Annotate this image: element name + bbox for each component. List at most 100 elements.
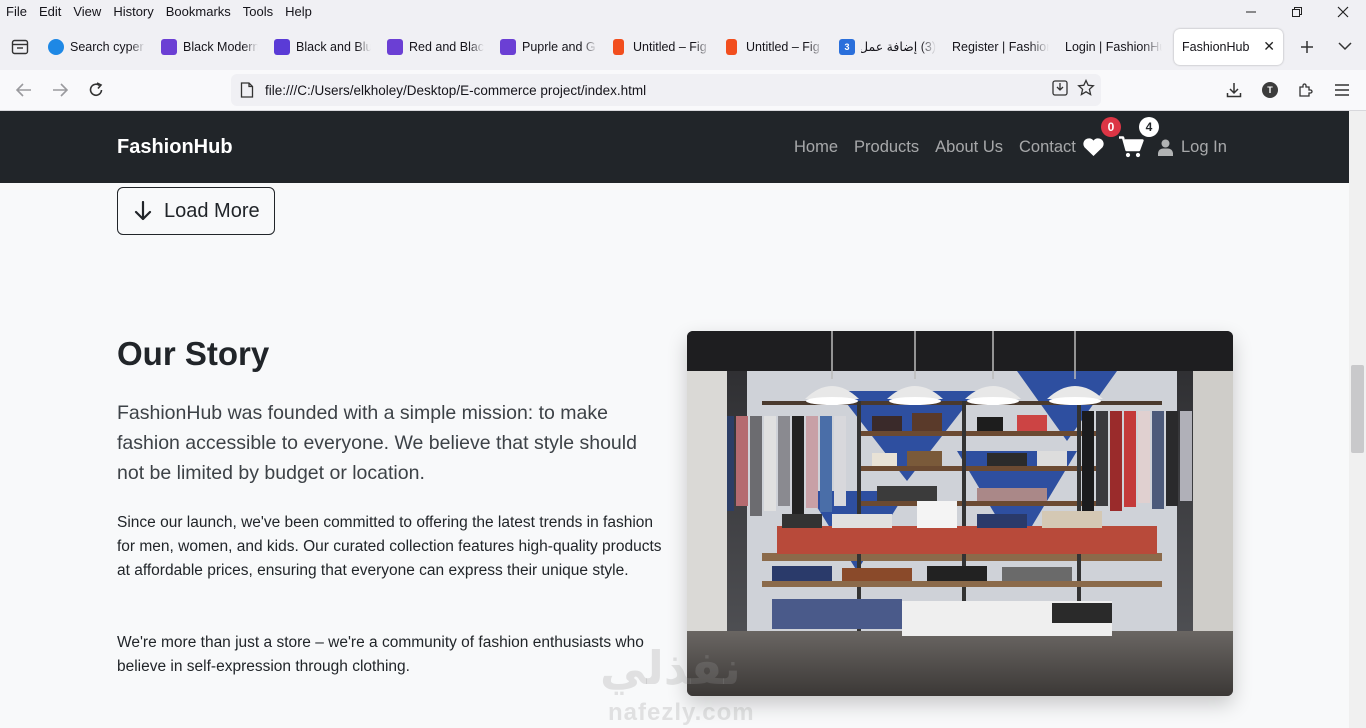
tab-2[interactable]: Black and Blu <box>266 29 379 65</box>
arrow-left-icon <box>16 83 31 97</box>
reload-icon <box>89 82 103 96</box>
canva-icon <box>500 38 516 55</box>
story-paragraph-1: Since our launch, we've been committed t… <box>117 514 662 579</box>
nav-home[interactable]: Home <box>794 138 838 157</box>
login-label: Log In <box>1181 138 1227 156</box>
tab-label: Untitled – Fig <box>746 39 820 54</box>
minimize-button[interactable] <box>1228 0 1274 23</box>
app-menu-button[interactable] <box>1326 74 1358 106</box>
list-all-tabs-button[interactable] <box>1332 33 1358 59</box>
tab-label: Puprle and G <box>522 39 596 54</box>
tab-9[interactable]: Login | FashionHu <box>1057 29 1170 65</box>
mostaql-icon: 3 <box>839 38 855 55</box>
tab-label: Red and Blac <box>409 39 484 54</box>
heart-icon <box>1083 138 1104 157</box>
figma-icon <box>726 38 737 55</box>
tab-close-icon[interactable]: ✕ <box>1263 38 1275 55</box>
nav-toolbar: file:///C:/Users/elkholey/Desktop/E-comm… <box>0 70 1366 111</box>
watermark-arabic: نفذلي <box>600 641 741 695</box>
clothing-store-illustration <box>687 331 1233 696</box>
load-more-button[interactable]: Load More <box>117 187 275 235</box>
minimize-icon <box>1245 11 1256 13</box>
site-brand[interactable]: FashionHub <box>117 136 233 159</box>
cart-count-badge: 4 <box>1139 117 1159 137</box>
video-icon <box>274 38 290 55</box>
chevron-down-icon <box>1338 42 1352 51</box>
watermark: نفذلي nafezly.com <box>600 641 754 726</box>
cart-icon <box>1119 136 1144 158</box>
wishlist-button[interactable] <box>1082 137 1105 162</box>
puzzle-icon <box>1299 83 1313 97</box>
nav-contact[interactable]: Contact <box>1019 138 1076 157</box>
tab-4[interactable]: Puprle and G <box>492 29 605 65</box>
close-window-button[interactable] <box>1320 0 1366 23</box>
tab-1[interactable]: Black Modern <box>153 29 266 65</box>
extensions-button[interactable] <box>1290 74 1322 106</box>
tab-label: Register | Fashion <box>952 39 1049 54</box>
back-button[interactable] <box>6 74 42 106</box>
firefox-view-button[interactable] <box>0 29 40 65</box>
store-image <box>687 331 1233 696</box>
menu-help[interactable]: Help <box>279 4 318 19</box>
downloads-button[interactable] <box>1218 74 1250 106</box>
bookmark-star-icon[interactable] <box>1077 79 1095 97</box>
menu-tools[interactable]: Tools <box>237 4 279 19</box>
tab-7[interactable]: 3 (3) إضافة عمل <box>831 29 944 65</box>
forward-button[interactable] <box>42 74 78 106</box>
menu-view[interactable]: View <box>67 4 107 19</box>
plus-icon <box>1301 40 1313 53</box>
user-icon <box>1158 139 1173 156</box>
tab-label: (3) إضافة عمل <box>861 40 936 54</box>
canva-icon <box>387 38 403 55</box>
tab-5[interactable]: Untitled – Fig <box>605 29 718 65</box>
url-bar[interactable]: file:///C:/Users/elkholey/Desktop/E-comm… <box>231 74 1101 106</box>
page-icon <box>240 82 254 98</box>
arrow-right-icon <box>53 83 68 97</box>
tab-3[interactable]: Red and Blac <box>379 29 492 65</box>
account-button[interactable]: T <box>1254 74 1286 106</box>
reload-button[interactable] <box>78 74 114 106</box>
menu-edit[interactable]: Edit <box>33 4 67 19</box>
figma-icon <box>613 38 624 55</box>
story-lead: FashionHub was founded with a simple mis… <box>117 402 637 484</box>
tab-label: Untitled – Fig <box>633 39 707 54</box>
restore-button[interactable] <box>1274 0 1320 23</box>
tab-6[interactable]: Untitled – Fig <box>718 29 831 65</box>
menu-bookmarks[interactable]: Bookmarks <box>160 4 237 19</box>
nav-about[interactable]: About Us <box>935 138 1003 157</box>
menu-history[interactable]: History <box>107 4 159 19</box>
story-paragraph-2: We're more than just a store – we're a c… <box>117 634 644 675</box>
tab-bar: Search cyper Black Modern Black and Blu Red… <box>0 23 1366 70</box>
hamburger-icon <box>1335 84 1349 96</box>
scrollbar-thumb[interactable] <box>1351 365 1364 453</box>
tab-label: Black and Blu <box>296 39 371 54</box>
tab-fashionhub[interactable]: FashionHub ✕ <box>1174 28 1283 65</box>
account-avatar: T <box>1262 82 1278 98</box>
menu-file[interactable]: File <box>0 4 33 19</box>
close-icon <box>1337 6 1349 17</box>
canva-icon <box>161 38 177 55</box>
tab-8[interactable]: Register | Fashion <box>944 29 1057 65</box>
tab-label: Login | FashionHu <box>1065 39 1162 54</box>
url-text: file:///C:/Users/elkholey/Desktop/E-comm… <box>265 82 647 98</box>
nav-products[interactable]: Products <box>854 138 919 157</box>
tab-label: Black Modern <box>183 39 258 54</box>
firefox-view-icon <box>11 39 29 54</box>
copilot-icon <box>48 38 64 55</box>
site-navbar: FashionHub Home Products About Us Contac… <box>0 111 1349 183</box>
load-more-label: Load More <box>164 199 260 222</box>
cart-button[interactable] <box>1119 136 1144 163</box>
arrow-down-icon <box>134 201 152 221</box>
page-scrollbar[interactable] <box>1349 111 1366 728</box>
tab-label: FashionHub <box>1182 39 1250 54</box>
page-viewport: FashionHub Home Products About Us Contac… <box>0 111 1366 728</box>
new-tab-button[interactable] <box>1289 29 1325 65</box>
tab-label: Search cyper <box>70 39 144 54</box>
watermark-latin: nafezly.com <box>608 699 755 726</box>
site-nav-links: Home Products About Us Contact <box>794 138 1092 157</box>
tab-0[interactable]: Search cyper <box>40 29 153 65</box>
menu-bar: File Edit View History Bookmarks Tools H… <box>0 0 1366 23</box>
wishlist-count-badge: 0 <box>1101 117 1121 137</box>
save-to-pocket-icon[interactable] <box>1051 79 1069 97</box>
login-link[interactable]: Log In <box>1158 138 1227 157</box>
